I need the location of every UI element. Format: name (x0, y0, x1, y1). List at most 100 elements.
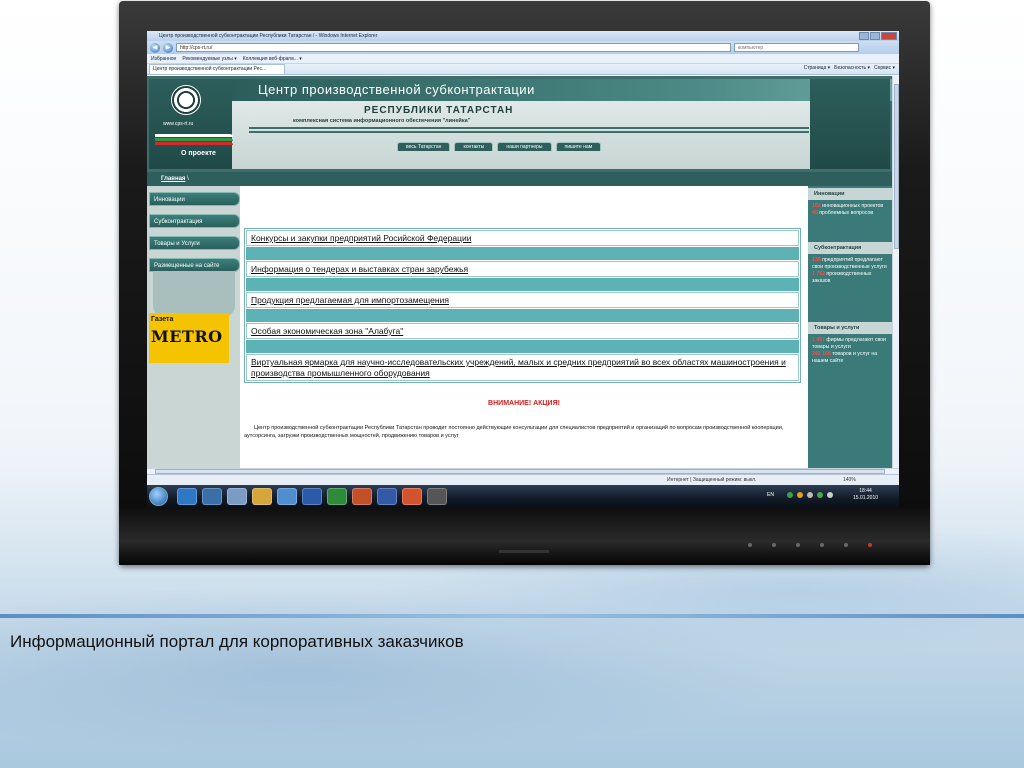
list-separator (246, 309, 799, 322)
list-separator (246, 278, 799, 291)
minimize-button[interactable] (859, 32, 869, 40)
favorites-bar: Избранное Рекомендуемые узлы ▾ Коллекция… (147, 54, 899, 64)
stats-head-innovations[interactable]: Инновации (808, 188, 892, 200)
address-input[interactable]: http://cps-rt.ru/ (176, 43, 731, 52)
calendar-icon[interactable] (427, 488, 447, 505)
monitor-logo (499, 550, 549, 553)
about-link[interactable]: О проекте (181, 150, 216, 157)
metro-gazeta: Газета (151, 316, 174, 323)
people-icon[interactable] (277, 488, 297, 505)
volume-icon[interactable] (827, 492, 833, 498)
mail-icon[interactable] (402, 488, 422, 505)
monitor-frame: Центр производственной субконтрактации Р… (119, 1, 930, 565)
page-menu[interactable]: Страница ▾ (804, 65, 831, 71)
language-indicator[interactable]: EN (767, 492, 774, 498)
link-tenders-abroad[interactable]: Информация о тендерах и выставках стран … (246, 261, 799, 277)
clock[interactable]: 18:44 15.01.2010 (853, 488, 878, 502)
tools-menu[interactable]: Сервис ▾ (874, 65, 895, 71)
taskbar: EN 18:44 15.01.2010 (147, 485, 899, 508)
page-viewport: www.cps-rt.ru О проекте Центр производст… (147, 76, 899, 468)
breadcrumb-home[interactable]: Главная (161, 176, 185, 182)
start-button[interactable] (149, 487, 168, 506)
main-content: Конкурсы и закупки предприятий Росийской… (240, 186, 808, 468)
save-icon[interactable] (377, 488, 397, 505)
tray-icon[interactable] (807, 492, 813, 498)
left-sidebar: Инновации Субконтрактация Товары и Услуг… (147, 186, 240, 468)
right-sidebar: Инновации 162 инновационных проектов 45 … (808, 186, 892, 468)
stat-number: 1 057 (812, 337, 825, 343)
header-logo-panel: www.cps-rt.ru О проекте (149, 79, 233, 169)
nav-partners[interactable]: наши партнеры (497, 142, 552, 151)
status-bar: Интернет | Защищенный режим: выкл. 140% (147, 474, 899, 485)
notepad-icon[interactable] (227, 488, 247, 505)
powerpoint-icon[interactable] (352, 488, 372, 505)
stat-text: проблемных вопросов (817, 210, 874, 216)
link-virtual-fair[interactable]: Виртуальная ярмарка для научно-исследова… (246, 354, 799, 381)
site-emblem-icon (171, 85, 201, 115)
site-header: www.cps-rt.ru О проекте Центр производст… (147, 76, 892, 172)
screen: Центр производственной субконтрактации Р… (147, 31, 899, 508)
security-zone: Интернет | Защищенный режим: выкл. (667, 477, 757, 483)
fav-item-recommended[interactable]: Рекомендуемые узлы ▾ (182, 54, 236, 63)
vertical-scrollbar[interactable] (892, 76, 899, 468)
system-tray (787, 492, 833, 498)
search-input[interactable]: компьютер (734, 43, 859, 52)
back-button[interactable]: ◀ (150, 42, 160, 53)
list-separator (246, 247, 799, 260)
ie-icon[interactable] (177, 488, 197, 505)
stats-subcontracting: 138 предприятий предлагают свои производ… (808, 254, 892, 320)
excel-icon[interactable] (327, 488, 347, 505)
nav-write-us[interactable]: пишите нам (555, 142, 602, 151)
command-bar: Страница ▾ Безопасность ▾ Сервис ▾ (804, 65, 895, 71)
tab-current[interactable]: Центр производственной субконтрактации Р… (149, 64, 285, 74)
stats-head-subcontracting[interactable]: Субконтрактация (808, 242, 892, 254)
tray-icon[interactable] (817, 492, 823, 498)
breadcrumb: Главная \ (147, 172, 892, 186)
stats-goods: 1 057 фирмы предлагают свои товары и усл… (808, 334, 892, 374)
header-right-panel (810, 79, 890, 169)
link-tenders-rf[interactable]: Конкурсы и закупки предприятий Росийской… (246, 230, 799, 246)
zoom-level[interactable]: 140% (843, 475, 856, 485)
favorites-button[interactable]: Избранное (151, 54, 176, 63)
link-alabuga[interactable]: Особая экономическая зона "Алабуга" (246, 323, 799, 339)
left-menu: Инновации Субконтрактация Товары и Услуг… (149, 192, 240, 280)
maximize-button[interactable] (870, 32, 880, 40)
fav-item-gallery[interactable]: Коллекция веб-фрагм... ▾ (243, 54, 302, 63)
security-menu[interactable]: Безопасность ▾ (834, 65, 870, 71)
stat-number: 243 168 (812, 351, 831, 357)
word-icon[interactable] (302, 488, 322, 505)
stats-head-goods[interactable]: Товары и услуги (808, 322, 892, 334)
site-subtitle: РЕСПУБЛИКИ ТАТАРСТАН (364, 105, 514, 116)
window-title: Центр производственной субконтрактации Р… (159, 33, 378, 39)
sidebar-item-goods-services[interactable]: Товары и Услуги (149, 236, 240, 250)
tray-icon[interactable] (797, 492, 803, 498)
list-separator (246, 340, 799, 353)
monitor-buttons (748, 543, 872, 547)
site-title: Центр производственной субконтрактации (232, 79, 892, 101)
stat-text: инновационных проектов (820, 203, 884, 209)
taskbar-apps (177, 488, 447, 505)
link-import-substitution[interactable]: Продукция предлагаемая для импортозамеще… (246, 292, 799, 308)
site-description: комплексная система информационного обес… (293, 118, 471, 124)
attention-heading: ВНИМАНИЕ! АКЦИЯ! (488, 400, 560, 407)
media-icon[interactable] (202, 488, 222, 505)
sidebar-item-placed[interactable]: Размещенные на сайте (149, 258, 240, 272)
nav-contacts[interactable]: контакты (454, 142, 494, 151)
sidebar-item-subcontracting[interactable]: Субконтрактация (149, 214, 240, 228)
stats-innovations: 162 инновационных проектов 45 проблемных… (808, 200, 892, 240)
clock-date: 15.01.2010 (853, 495, 879, 501)
forward-button[interactable]: ▶ (163, 42, 173, 53)
close-button[interactable] (881, 32, 897, 40)
slide-divider (0, 614, 1024, 618)
address-toolbar: ◀ ▶ http://cps-rt.ru/ компьютер (147, 41, 899, 54)
stat-number: 162 (812, 203, 821, 209)
sidebar-item-innovations[interactable]: Инновации (149, 192, 240, 206)
tray-icon[interactable] (787, 492, 793, 498)
nav-all-tatarstan[interactable]: весь Татарстан (397, 142, 451, 151)
metro-banner[interactable]: Газета METRO (149, 313, 229, 363)
info-paragraph: Центр производственной субконтрактации Р… (244, 425, 784, 439)
tab-strip: Центр производственной субконтрактации Р… (147, 64, 899, 75)
folder-icon[interactable] (252, 488, 272, 505)
monitor-bezel-bottom (119, 505, 930, 565)
stat-number: 138 (812, 257, 821, 263)
